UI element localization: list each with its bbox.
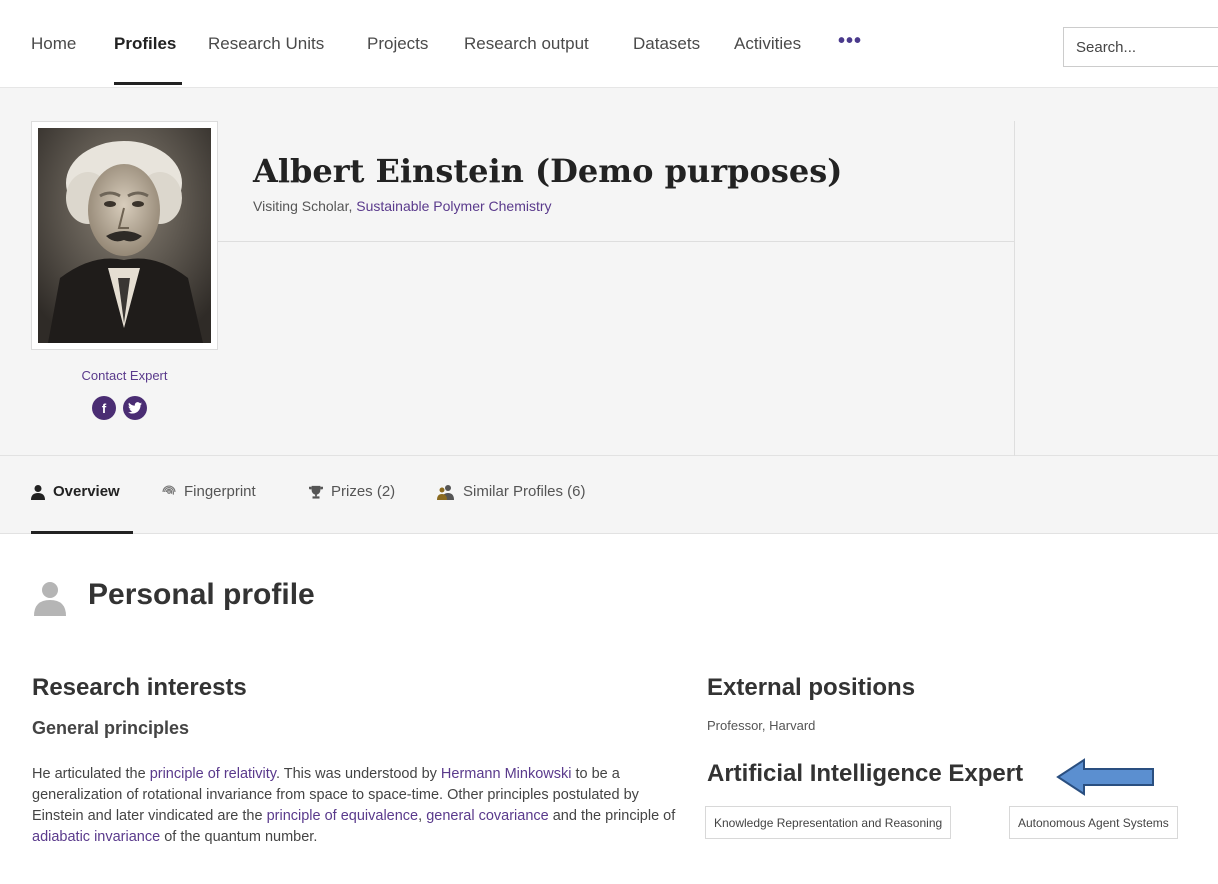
link-principle-of-equivalence[interactable]: principle of equivalence [267, 808, 419, 824]
keyword-tag[interactable]: Autonomous Agent Systems [1009, 806, 1178, 839]
paragraph-text: . This was understood by [275, 766, 441, 782]
general-principles-subheading: General principles [32, 718, 190, 738]
people-icon [437, 484, 454, 500]
nav-research-output[interactable]: Research output [464, 34, 589, 54]
external-positions-heading: External positions [707, 674, 916, 701]
profile-photo [38, 128, 211, 343]
link-adiabatic-invariance[interactable]: adiabatic invariance [32, 829, 160, 845]
search-input[interactable] [1063, 27, 1218, 67]
tab-prizes-label: Prizes (2) [331, 483, 396, 500]
portrait-illustration [38, 128, 211, 343]
tab-overview[interactable]: Overview [31, 483, 120, 500]
contact-expert-link[interactable]: Contact Expert [31, 368, 218, 383]
profile-header: Contact Expert f Albert Einstein (Demo p… [0, 88, 1218, 456]
trophy-icon [309, 485, 323, 499]
profile-photo-frame [31, 121, 218, 350]
paragraph-text: and the principle of [548, 808, 676, 824]
link-hermann-minkowski[interactable]: Hermann Minkowski [441, 766, 572, 782]
profile-role-title: Visiting Scholar, [253, 198, 357, 214]
facebook-icon[interactable]: f [92, 396, 116, 420]
profile-tabs: Overview Fingerprint Prizes (2) Similar … [0, 456, 1218, 534]
link-general-covariance[interactable]: general covariance [426, 808, 549, 824]
profile-unit-link[interactable]: Sustainable Polymer Chemistry [356, 198, 551, 214]
top-navigation: Home Profiles Research Units Projects Re… [0, 0, 1218, 88]
left-arrow-annotation [1056, 758, 1154, 796]
nav-home[interactable]: Home [31, 34, 76, 54]
ai-expert-heading: Artificial Intelligence Expert [707, 760, 1024, 787]
external-position-value: Professor, Harvard [707, 718, 816, 733]
paragraph-text: He articulated the [32, 766, 150, 782]
link-principle-of-relativity[interactable]: principle of relativity [150, 766, 276, 782]
tab-similar-profiles[interactable]: Similar Profiles (6) [437, 483, 586, 500]
tab-fingerprint[interactable]: Fingerprint [162, 483, 256, 500]
person-icon [31, 484, 45, 500]
research-interests-paragraph: He articulated the principle of relativi… [32, 764, 682, 848]
profile-role: Visiting Scholar, Sustainable Polymer Ch… [253, 198, 552, 214]
twitter-bird-glyph [128, 402, 142, 414]
paragraph-text: of the quantum number. [160, 829, 318, 845]
nav-profiles[interactable]: Profiles [114, 34, 176, 54]
paragraph-text: , [418, 808, 427, 824]
nav-activities[interactable]: Activities [734, 34, 801, 54]
tab-active-indicator [31, 531, 133, 534]
tab-prizes[interactable]: Prizes (2) [309, 483, 395, 500]
nav-research-units[interactable]: Research Units [208, 34, 324, 54]
profile-name: Albert Einstein (Demo purposes) [253, 152, 843, 190]
person-icon [34, 582, 66, 616]
twitter-icon[interactable] [123, 396, 147, 420]
tab-similar-profiles-label: Similar Profiles (6) [463, 483, 586, 500]
header-divider-vertical [1014, 121, 1015, 456]
keyword-tag[interactable]: Knowledge Representation and Reasoning [705, 806, 952, 839]
header-divider-horizontal [218, 241, 1014, 242]
nav-active-indicator [114, 82, 182, 85]
fingerprint-icon [162, 484, 176, 495]
tab-fingerprint-label: Fingerprint [184, 483, 256, 500]
personal-profile-heading: Personal profile [88, 578, 315, 611]
nav-more-menu[interactable]: ••• [838, 30, 862, 53]
nav-datasets[interactable]: Datasets [633, 34, 700, 54]
tab-overview-label: Overview [53, 483, 120, 500]
nav-projects[interactable]: Projects [367, 34, 428, 54]
research-interests-heading: Research interests [32, 674, 247, 701]
